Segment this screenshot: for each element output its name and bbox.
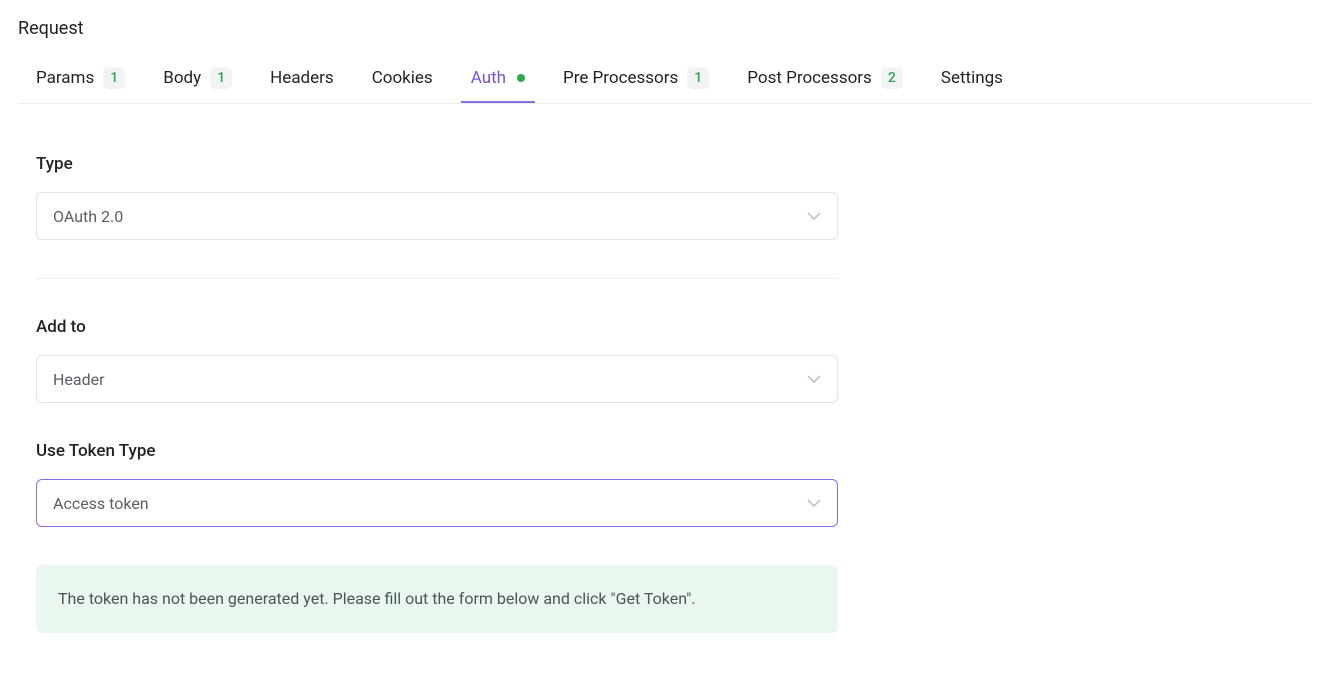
tab-cookies-label: Cookies [372, 68, 433, 88]
tab-auth-indicator-dot [517, 74, 525, 82]
type-select[interactable]: OAuth 2.0 [36, 192, 838, 240]
section-divider [36, 278, 838, 279]
tab-pre-processors[interactable]: Pre Processors 1 [563, 57, 709, 103]
tab-post-processors-badge: 2 [881, 67, 903, 89]
add-to-select[interactable]: Header [36, 355, 838, 403]
add-to-label: Add to [36, 317, 858, 337]
tab-params-badge: 1 [103, 67, 125, 89]
tab-body[interactable]: Body 1 [163, 57, 232, 103]
tab-params[interactable]: Params 1 [36, 57, 125, 103]
tab-cookies[interactable]: Cookies [372, 58, 433, 102]
page-title: Request [18, 18, 1312, 39]
type-select-value: OAuth 2.0 [53, 207, 123, 226]
token-info-message: The token has not been generated yet. Pl… [36, 565, 838, 633]
tab-auth[interactable]: Auth [471, 58, 525, 102]
tabs-row: Params 1 Body 1 Headers Cookies Auth Pre… [18, 57, 1312, 104]
chevron-down-icon [807, 372, 821, 386]
tab-body-badge: 1 [210, 67, 232, 89]
tab-headers-label: Headers [270, 68, 334, 88]
tab-settings-label: Settings [941, 68, 1003, 88]
use-token-type-field-group: Use Token Type Access token [36, 441, 858, 527]
tab-params-label: Params [36, 68, 94, 88]
tab-settings[interactable]: Settings [941, 58, 1003, 102]
tab-post-processors[interactable]: Post Processors 2 [747, 57, 903, 103]
use-token-type-select-value: Access token [53, 494, 149, 513]
tab-body-label: Body [163, 68, 201, 88]
type-field-group: Type OAuth 2.0 [36, 154, 858, 240]
auth-content: Type OAuth 2.0 Add to Header Use Token T… [18, 104, 876, 633]
use-token-type-label: Use Token Type [36, 441, 858, 461]
add-to-field-group: Add to Header [36, 317, 858, 403]
use-token-type-select[interactable]: Access token [36, 479, 838, 527]
chevron-down-icon [807, 209, 821, 223]
tab-pre-processors-label: Pre Processors [563, 68, 678, 88]
tab-post-processors-label: Post Processors [747, 68, 872, 88]
chevron-down-icon [807, 496, 821, 510]
tab-headers[interactable]: Headers [270, 58, 334, 102]
add-to-select-value: Header [53, 370, 105, 389]
tab-auth-label: Auth [471, 68, 506, 88]
tab-pre-processors-badge: 1 [687, 67, 709, 89]
type-label: Type [36, 154, 858, 174]
